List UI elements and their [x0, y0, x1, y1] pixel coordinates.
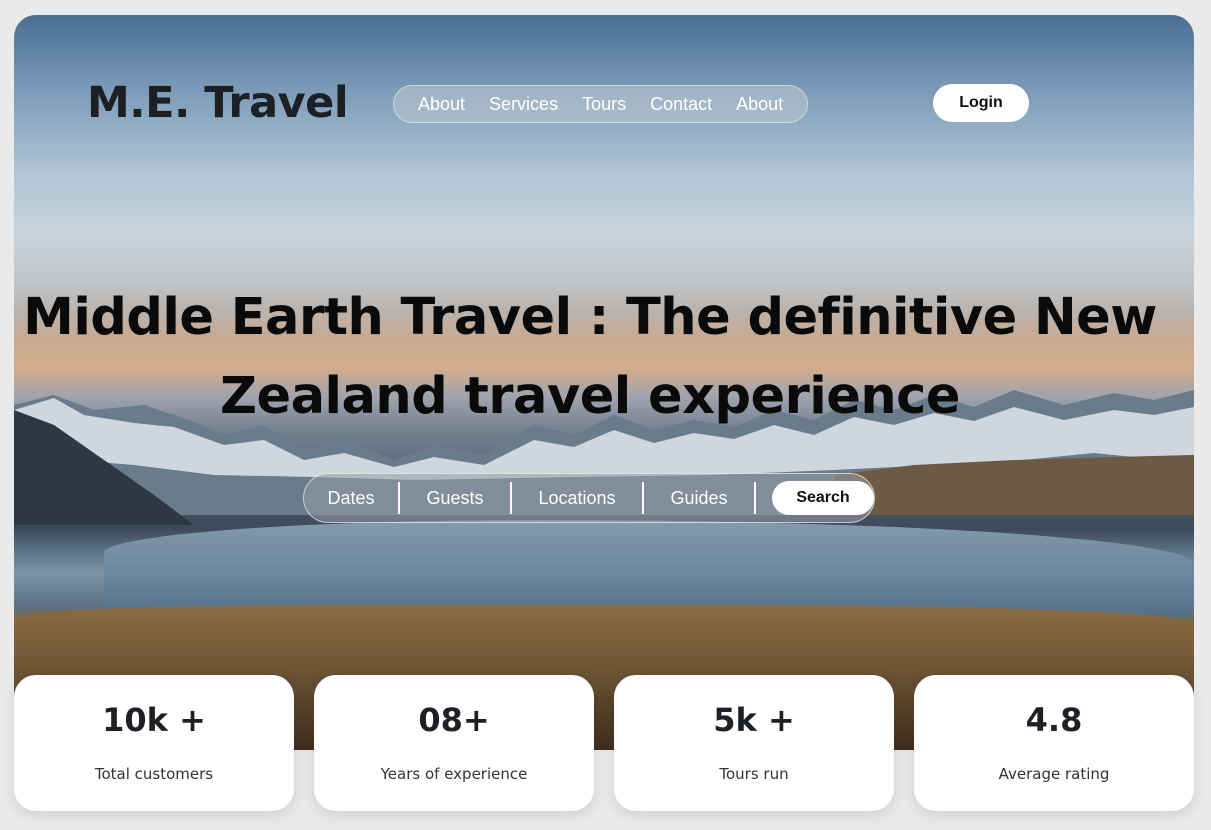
stat-value: 5k + — [713, 701, 795, 739]
stat-label: Average rating — [998, 765, 1110, 783]
nav-link-about-2[interactable]: About — [724, 94, 795, 115]
stat-card: 10k + Total customers — [14, 675, 294, 811]
stat-card: 5k + Tours run — [614, 675, 894, 811]
search-button[interactable]: Search — [772, 481, 874, 515]
search-dates[interactable]: Dates — [304, 482, 398, 514]
search-locations[interactable]: Locations — [512, 482, 642, 514]
nav-link-contact[interactable]: Contact — [638, 94, 724, 115]
brand-logo[interactable]: M.E. Travel — [87, 78, 349, 128]
stat-label: Years of experience — [380, 765, 528, 783]
search-divider — [754, 482, 756, 514]
stat-label: Total customers — [94, 765, 214, 783]
stat-card: 08+ Years of experience — [314, 675, 594, 811]
stat-value: 10k + — [102, 701, 206, 739]
search-bar: Dates Guests Locations Guides Search — [303, 473, 875, 523]
stat-label: Tours run — [719, 765, 789, 783]
stats-row: 10k + Total customers 08+ Years of exper… — [14, 675, 1194, 811]
stat-value: 4.8 — [1025, 701, 1083, 739]
stat-value: 08+ — [418, 701, 490, 739]
nav-link-about[interactable]: About — [406, 94, 477, 115]
search-guides[interactable]: Guides — [644, 482, 754, 514]
main-nav: About Services Tours Contact About — [393, 85, 809, 123]
search-guests[interactable]: Guests — [400, 482, 510, 514]
nav-link-services[interactable]: Services — [477, 94, 570, 115]
login-button[interactable]: Login — [933, 84, 1029, 122]
hero-headline: Middle Earth Travel : The definitive New… — [23, 288, 1157, 426]
stat-card: 4.8 Average rating — [914, 675, 1194, 811]
nav-link-tours[interactable]: Tours — [570, 94, 638, 115]
